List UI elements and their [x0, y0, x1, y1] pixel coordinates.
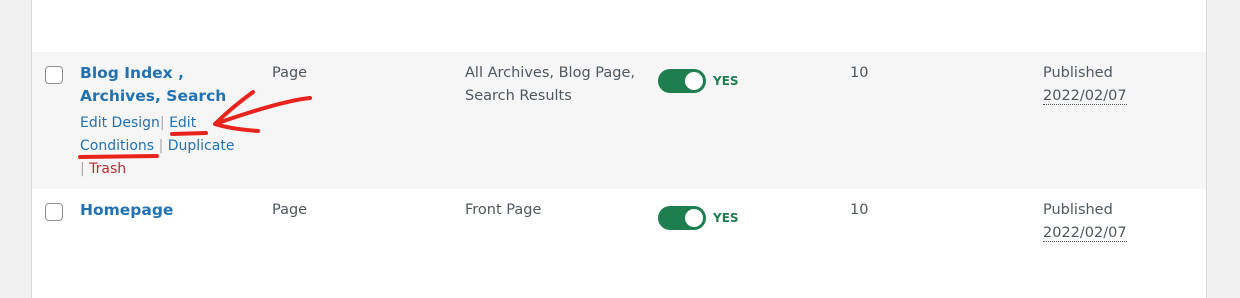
templates-list-panel: Blog Index , Archives, Search Edit Desig… — [31, 0, 1207, 298]
row-actions: Edit Design| Edit Conditions | Duplicate… — [80, 112, 270, 181]
action-separator: | — [80, 161, 85, 177]
conditions-cell: All Archives, Blog Page, Search Results — [465, 65, 635, 104]
conditions-cell: Front Page — [465, 202, 542, 218]
active-toggle[interactable] — [658, 69, 706, 93]
publish-date: 2022/02/07 — [1043, 225, 1127, 242]
row-checkbox[interactable] — [45, 66, 63, 84]
trash-link[interactable]: Trash — [89, 161, 126, 177]
type-cell: Page — [272, 65, 308, 81]
publish-date: 2022/02/07 — [1043, 88, 1127, 105]
duplicate-link[interactable]: Duplicate — [168, 138, 235, 154]
priority-cell: 10 — [850, 65, 869, 81]
priority-cell: 10 — [850, 202, 869, 218]
table-row: Homepage Page Front Page YES 10 Publishe… — [32, 189, 1206, 298]
toggle-state-label: YES — [713, 74, 739, 88]
edit-design-link[interactable]: Edit Design — [80, 115, 160, 131]
toggle-knob — [685, 72, 703, 90]
date-cell: 2022/02/07 — [1043, 85, 1127, 108]
type-cell: Page — [272, 202, 308, 218]
status-cell: Published — [1043, 65, 1113, 81]
action-separator: | — [158, 138, 164, 154]
toggle-state-label: YES — [713, 211, 739, 225]
row-title-link[interactable]: Homepage — [80, 199, 240, 222]
table-row: Blog Index , Archives, Search Edit Desig… — [32, 52, 1206, 189]
row-title-link[interactable]: Blog Index , Archives, Search — [80, 62, 240, 108]
date-cell: 2022/02/07 — [1043, 222, 1127, 245]
toggle-knob — [685, 209, 703, 227]
action-separator: | — [159, 115, 165, 131]
active-toggle[interactable] — [658, 206, 706, 230]
status-cell: Published — [1043, 202, 1113, 218]
row-checkbox[interactable] — [45, 203, 63, 221]
